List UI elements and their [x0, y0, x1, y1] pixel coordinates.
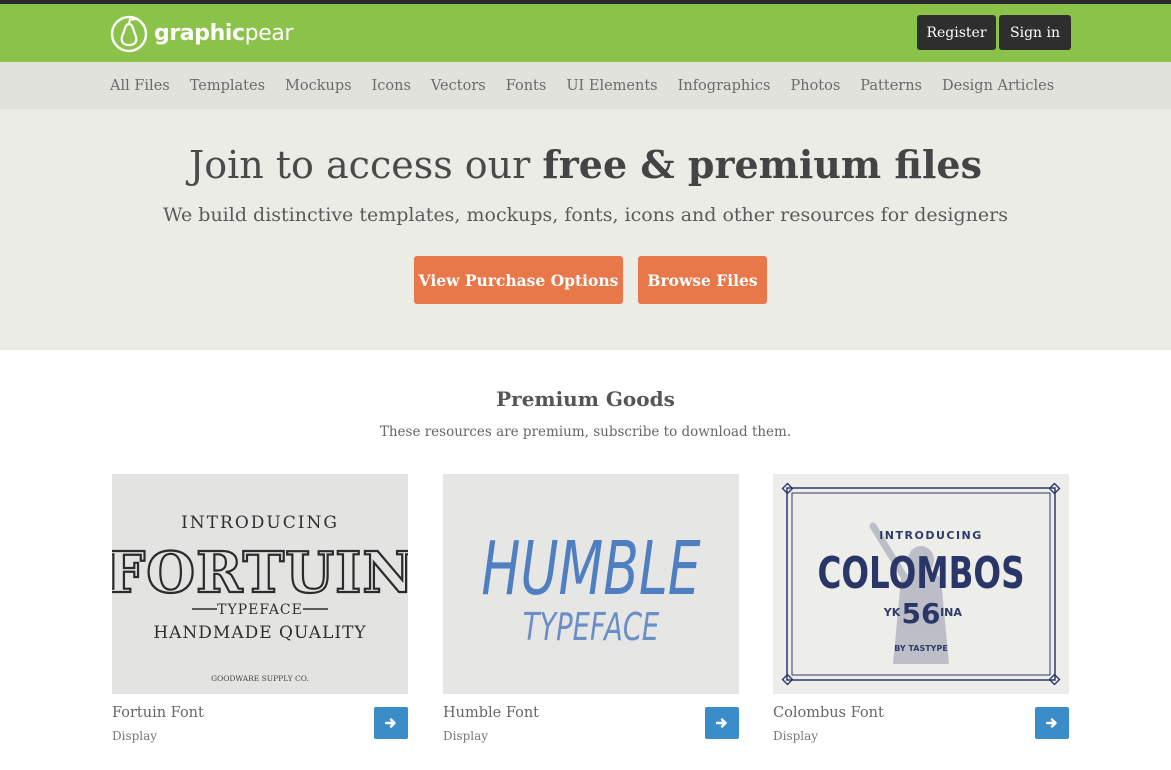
thumb-text-title: COLOMBOS [817, 548, 1024, 599]
nav-item-mockups[interactable]: Mockups [285, 78, 352, 94]
category-nav: All Files Templates Mockups Icons Vector… [0, 62, 1171, 109]
sign-in-button[interactable]: Sign in [999, 15, 1071, 50]
nav-item-patterns[interactable]: Patterns [860, 78, 922, 94]
hero-subtitle: We build distinctive templates, mockups,… [163, 204, 1008, 226]
product-name[interactable]: Colombus Font [773, 705, 884, 721]
product-category[interactable]: Display [112, 729, 157, 743]
hero-title: Join to access our free & premium files [188, 142, 983, 187]
arrow-right-icon [385, 718, 396, 728]
product-name[interactable]: Fortuin Font [112, 705, 204, 721]
thumb-text-left: YK [883, 606, 901, 619]
browse-files-button[interactable]: Browse Files [638, 256, 767, 304]
product-card: HUMBLE TYPEFACE Humble Font Display [443, 474, 739, 754]
site-header: graphicpear Register Sign in [0, 4, 1171, 62]
logo[interactable]: graphicpear [110, 12, 293, 54]
thumb-text-typeface: TYPEFACE [523, 604, 660, 649]
nav-item-icons[interactable]: Icons [372, 78, 411, 94]
product-card: INTRODUCING COLOMBOS YK 56 INA BY TASTYP… [773, 474, 1069, 754]
thumb-text-number: 56 [902, 597, 941, 630]
arrow-right-icon [716, 718, 727, 728]
nav-item-photos[interactable]: Photos [790, 78, 840, 94]
thumb-text-right: INA [940, 606, 962, 619]
nav-item-ui-elements[interactable]: UI Elements [566, 78, 657, 94]
thumb-text-title: HUMBLE [481, 525, 700, 612]
nav-item-design-articles[interactable]: Design Articles [942, 78, 1054, 94]
product-category[interactable]: Display [773, 729, 818, 743]
product-thumbnail[interactable]: INTRODUCING COLOMBOS YK 56 INA BY TASTYP… [773, 474, 1069, 694]
thumb-text-footer: GOODWARE SUPPLY CO. [211, 674, 309, 683]
nav-item-infographics[interactable]: Infographics [678, 78, 771, 94]
product-card: INTRODUCING FORTUIN TYPEFACE HANDMADE QU… [112, 474, 408, 754]
nav-item-templates[interactable]: Templates [190, 78, 265, 94]
thumb-text-typeface: TYPEFACE [217, 602, 303, 618]
view-purchase-options-button[interactable]: View Purchase Options [414, 256, 623, 304]
open-product-button[interactable] [1035, 707, 1069, 739]
hero-banner: Join to access our free & premium files … [0, 109, 1171, 350]
section-title: Premium Goods [496, 387, 675, 411]
product-thumbnail[interactable]: INTRODUCING FORTUIN TYPEFACE HANDMADE QU… [112, 474, 408, 694]
logo-text: graphicpear [154, 20, 294, 46]
product-category[interactable]: Display [443, 729, 488, 743]
thumb-text-footer: BY TASTYPE [894, 644, 948, 653]
product-thumbnail[interactable]: HUMBLE TYPEFACE [443, 474, 739, 694]
section-subtitle: These resources are premium, subscribe t… [379, 424, 792, 440]
arrow-right-icon [1046, 718, 1057, 728]
nav-item-vectors[interactable]: Vectors [431, 78, 486, 94]
register-button[interactable]: Register [917, 15, 996, 50]
pear-icon [110, 15, 148, 53]
nav-item-fonts[interactable]: Fonts [506, 78, 547, 94]
open-product-button[interactable] [374, 707, 408, 739]
thumb-text-quality: HANDMADE QUALITY [153, 623, 366, 643]
thumb-text-intro: INTRODUCING [879, 529, 983, 542]
nav-item-all-files[interactable]: All Files [110, 78, 170, 94]
open-product-button[interactable] [705, 707, 739, 739]
product-name[interactable]: Humble Font [443, 705, 539, 721]
thumb-text-title: FORTUIN [112, 540, 408, 606]
thumb-text-intro: INTRODUCING [181, 513, 339, 533]
